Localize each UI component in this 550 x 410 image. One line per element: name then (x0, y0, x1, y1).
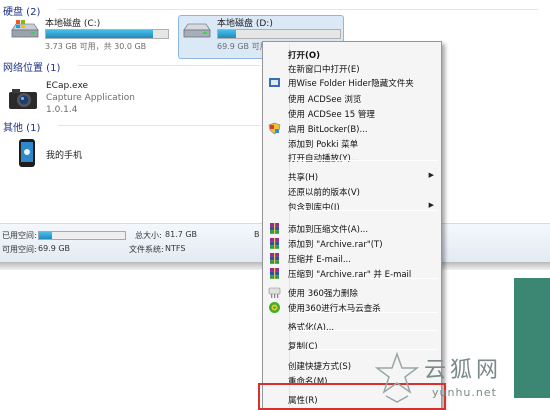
drive-c-free-space: 3.73 GB 可用，共 30.0 GB (45, 42, 147, 51)
menu-item-label: 还原以前的版本(V) (288, 188, 360, 198)
menu-item-label: 打开(O) (288, 51, 320, 61)
menu-item[interactable]: 还原以前的版本(V) (265, 184, 439, 199)
menu-item[interactable]: 格式化(A)... (265, 319, 439, 334)
menu-separator (291, 160, 438, 161)
drive-d-free-space: 69.9 GB 可用 (217, 42, 268, 51)
submenu-arrow-icon: ▶ (428, 201, 434, 209)
details-total-label: 总大小: (135, 231, 162, 240)
group-divider (58, 9, 538, 10)
menu-item[interactable]: 包含到库中(I) ▶ (265, 199, 439, 214)
menu-item[interactable]: 打开(O) (265, 47, 439, 62)
network-item-version: 1.0.1.4 (46, 105, 78, 115)
drive-d-usage-bar (217, 29, 341, 39)
details-used-label: 已用空间: (2, 231, 37, 240)
details-usage-bar (38, 231, 126, 240)
menu-item[interactable]: 使用 360强力删除 (265, 285, 439, 300)
menu-item[interactable]: 打开自动播放(Y)... (265, 150, 439, 165)
menu-item[interactable]: 压缩并 E-mail... (265, 251, 439, 266)
network-item-text: ECap.exe Capture Application 1.0.1.4 (46, 80, 135, 116)
watermark: 云狐网 yunhu.net (372, 350, 550, 410)
submenu-arrow-icon: ▶ (428, 171, 434, 179)
menu-item-label: 格式化(A)... (288, 323, 335, 333)
network-item-description: Capture Application (46, 93, 135, 103)
menu-item-label: 启用 BitLocker(B)... (288, 125, 368, 135)
drive-c-usage-bar (45, 29, 169, 39)
menu-separator (291, 312, 438, 313)
details-total-value: 81.7 GB (165, 230, 198, 239)
phone-icon (19, 139, 35, 167)
group-divider (78, 65, 260, 66)
details-fs-label: 文件系统: (129, 245, 164, 254)
menu-separator (291, 278, 438, 279)
details-free-value: 69.9 GB (38, 244, 71, 253)
winrar-icon (270, 223, 279, 234)
drive-d-label: 本地磁盘 (D:) (217, 19, 273, 29)
winrar-icon (270, 238, 279, 249)
drive-c-label: 本地磁盘 (C:) (45, 19, 101, 29)
menu-item[interactable]: 启用 BitLocker(B)... (265, 121, 439, 136)
bitlocker-shield-icon (268, 122, 281, 135)
menu-item[interactable]: 使用 ACDSee 浏览 (265, 91, 439, 106)
menu-item-label: 复制(C) (288, 342, 318, 352)
360-shred-icon (268, 287, 281, 298)
menu-item[interactable]: 添加到压缩文件(A)... (265, 221, 439, 236)
details-free-label: 可用空间: (2, 245, 37, 254)
group-title-other[interactable]: 其他 (1) (3, 119, 40, 134)
hard-drive-windows-icon (11, 20, 39, 38)
menu-item-label: 创建快捷方式(S) (288, 362, 352, 372)
phone-label: 我的手机 (46, 151, 83, 161)
menu-separator (291, 210, 438, 211)
menu-item[interactable]: 添加到 "Archive.rar"(T) (265, 236, 439, 251)
watermark-url: yunhu.net (432, 386, 497, 399)
menu-item[interactable]: 在新窗口中打开(E) (265, 61, 439, 76)
menu-item-label: 在新窗口中打开(E) (288, 65, 360, 75)
menu-item[interactable]: 添加到 Pokki 菜单 (265, 136, 439, 151)
fox-logo-icon (374, 351, 420, 403)
hard-drive-icon (183, 23, 211, 38)
menu-item-label: 使用 360强力删除 (288, 289, 358, 299)
group-divider (58, 125, 260, 126)
network-item-name: ECap.exe (46, 81, 89, 91)
watermark-brand: 云狐网 (424, 358, 503, 383)
wise-folder-hider-icon (269, 78, 280, 87)
details-fs-value: NTFS (165, 244, 186, 253)
menu-item-label: 使用 ACDSee 15 管理 (288, 110, 375, 120)
camera-icon (9, 89, 37, 109)
details-truncated-text: B (254, 230, 260, 239)
group-title-network[interactable]: 网络位置 (1) (3, 59, 60, 74)
360-scan-icon (269, 302, 280, 313)
menu-item-label: 添加到压缩文件(A)... (288, 225, 369, 235)
menu-item-label: 添加到 "Archive.rar"(T) (288, 240, 383, 250)
menu-item-label: 打开自动播放(Y)... (288, 154, 359, 164)
menu-item[interactable]: 共享(H) ▶ (265, 169, 439, 184)
winrar-icon (270, 268, 279, 279)
winrar-icon (270, 253, 279, 264)
menu-item-label: 包含到库中(I) (288, 203, 340, 213)
menu-separator (291, 330, 438, 331)
menu-item[interactable]: 使用 ACDSee 15 管理 (265, 106, 439, 121)
menu-item-label: 共享(H) (288, 173, 319, 183)
menu-item-label: 添加到 Pokki 菜单 (288, 140, 359, 150)
menu-item[interactable]: 用Wise Folder Hider隐藏文件夹 (265, 75, 439, 90)
drive-c[interactable]: 本地磁盘 (C:) 3.73 GB 可用，共 30.0 GB (10, 16, 170, 56)
menu-item-label: 使用 ACDSee 浏览 (288, 95, 362, 105)
menu-item-label: 用Wise Folder Hider隐藏文件夹 (288, 79, 414, 89)
menu-item-label: 压缩并 E-mail... (288, 255, 351, 265)
